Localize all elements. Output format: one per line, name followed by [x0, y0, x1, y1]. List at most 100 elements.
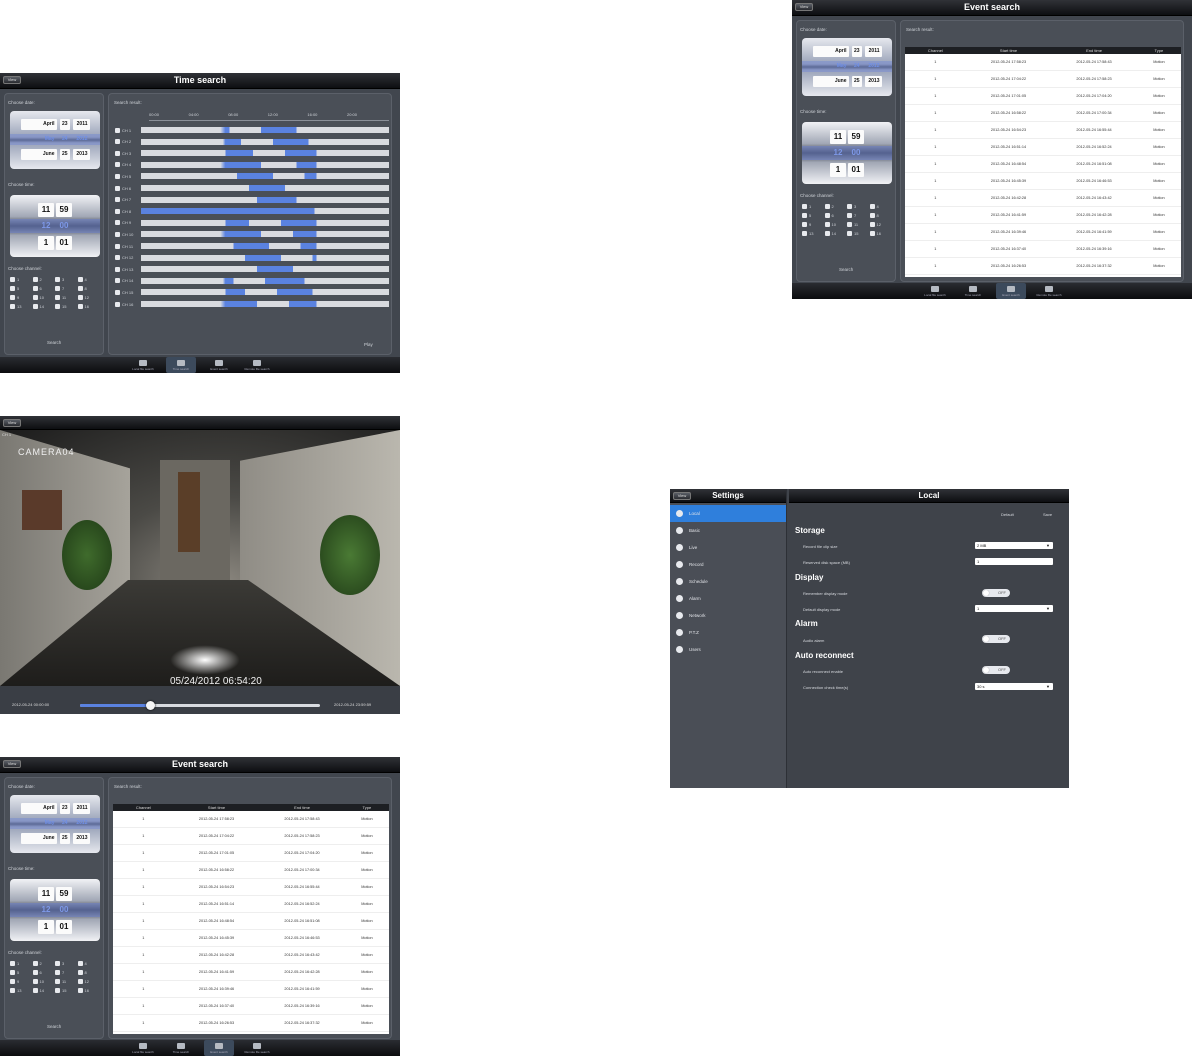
table-row[interactable]: 1 2012-05-24 16:26:53 2012-05-24 16:37:32 M…: [113, 1015, 389, 1032]
recording-bar[interactable]: [141, 266, 389, 273]
channel-track[interactable]: CH 8: [115, 207, 389, 215]
channel-checkbox[interactable]: CH 14: [115, 278, 141, 284]
channel-checkbox[interactable]: 4: [77, 961, 101, 966]
search-button[interactable]: Search: [839, 267, 853, 272]
recording-bar[interactable]: [141, 127, 389, 133]
channel-checkbox[interactable]: 1: [10, 277, 33, 282]
recording-bar[interactable]: [141, 185, 389, 191]
table-row[interactable]: 1 2012-05-24 16:37:40 2012-05-24 16:39:16 M…: [905, 241, 1181, 258]
channel-checkbox[interactable]: CH 13: [115, 266, 141, 272]
recording-bar[interactable]: [141, 138, 389, 145]
sidebar-item-live[interactable]: Live: [670, 539, 786, 556]
tab-3[interactable]: Remote file search: [1034, 283, 1064, 299]
table-row[interactable]: 1 2012-05-24 16:48:54 2012-05-24 16:51:08 M…: [905, 156, 1181, 173]
channel-checkbox[interactable]: CH 1: [115, 127, 141, 133]
search-button[interactable]: Search: [47, 340, 61, 345]
channel-track[interactable]: CH 15: [115, 288, 389, 296]
column-header[interactable]: Type: [345, 805, 389, 810]
channel-checkbox[interactable]: 7: [55, 286, 78, 291]
tab-0[interactable]: Local file search: [128, 357, 158, 373]
sidebar-item-users[interactable]: Users: [670, 641, 786, 658]
channel-checkbox[interactable]: 16: [77, 988, 101, 993]
channel-checkbox[interactable]: 16: [869, 231, 893, 236]
channel-checkbox[interactable]: 15: [55, 304, 78, 309]
channel-track[interactable]: CH 6: [115, 184, 389, 192]
time-picker[interactable]: 11 59 12 00 1 01: [802, 122, 892, 184]
tab-3[interactable]: Remote file search: [242, 357, 272, 373]
channel-checkbox[interactable]: 8: [869, 213, 893, 218]
channel-checkbox[interactable]: 2: [32, 961, 56, 966]
recording-bar[interactable]: [141, 231, 389, 238]
channel-track[interactable]: CH 2: [115, 138, 389, 146]
channel-track[interactable]: CH 9: [115, 219, 389, 227]
channel-checkbox[interactable]: 13: [802, 231, 825, 236]
column-header[interactable]: End time: [1051, 48, 1137, 53]
channel-checkbox[interactable]: 2: [32, 277, 56, 282]
auto-enable-toggle[interactable]: OFF: [982, 666, 1010, 674]
channel-checkbox[interactable]: 9: [802, 222, 825, 227]
channel-checkbox[interactable]: 11: [55, 979, 78, 984]
channel-checkbox[interactable]: 3: [55, 277, 78, 282]
channel-track[interactable]: CH 5: [115, 172, 389, 180]
channel-checkbox[interactable]: 12: [77, 295, 101, 300]
table-row[interactable]: 1 2012-05-24 17:58:23 2012-05-24 17:58:43 M…: [113, 811, 389, 828]
table-row[interactable]: 1 2012-05-24 16:42:28 2012-05-24 16:43:42 M…: [905, 190, 1181, 207]
channel-checkbox[interactable]: 10: [32, 295, 56, 300]
table-row[interactable]: 1 2012-05-24 16:39:46 2012-05-24 16:41:59 M…: [113, 981, 389, 998]
channel-checkbox[interactable]: CH 16: [115, 301, 141, 307]
check-time-select[interactable]: 30 s ▼: [975, 683, 1053, 690]
channel-checkbox[interactable]: CH 15: [115, 289, 141, 295]
sidebar-item-network[interactable]: Network: [670, 607, 786, 624]
table-row[interactable]: 1 2012-05-24 16:37:40 2012-05-24 16:39:16 M…: [113, 998, 389, 1015]
recording-bar[interactable]: [141, 277, 389, 284]
table-row[interactable]: 1 2012-05-24 16:41:59 2012-05-24 16:42:28 M…: [113, 964, 389, 981]
channel-checkbox[interactable]: 14: [824, 231, 848, 236]
table-row[interactable]: 1 2012-05-24 16:58:22 2012-05-24 17:00:34 M…: [113, 862, 389, 879]
column-header[interactable]: Start time: [966, 48, 1052, 53]
recording-bar[interactable]: [141, 243, 389, 249]
channel-checkbox[interactable]: 15: [55, 988, 78, 993]
channel-checkbox[interactable]: 8: [77, 286, 101, 291]
recording-bar[interactable]: [141, 196, 389, 203]
tab-1[interactable]: Time search: [166, 1040, 196, 1056]
channel-checkbox[interactable]: CH 4: [115, 162, 141, 168]
sidebar-item-local[interactable]: Local: [670, 505, 786, 522]
play-button[interactable]: Play: [364, 342, 373, 347]
channel-checkbox[interactable]: 1: [10, 961, 33, 966]
channel-checkbox[interactable]: CH 3: [115, 150, 141, 156]
channel-checkbox[interactable]: 2: [824, 204, 848, 209]
tab-3[interactable]: Remote file search: [242, 1040, 272, 1056]
playback-slider[interactable]: [80, 701, 320, 710]
recording-bar[interactable]: [141, 301, 389, 307]
date-picker[interactable]: April 23 2011 May 24 2012 June 25 2013: [10, 111, 100, 169]
channel-checkbox[interactable]: CH 5: [115, 173, 141, 179]
channel-checkbox[interactable]: 5: [10, 286, 33, 291]
tab-1[interactable]: Time search: [166, 357, 196, 373]
channel-track[interactable]: CH 14: [115, 277, 389, 285]
channel-checkbox[interactable]: CH 10: [115, 231, 141, 237]
table-row[interactable]: 1 2012-05-24 16:45:39 2012-05-24 16:46:53 M…: [905, 173, 1181, 190]
column-header[interactable]: Start time: [174, 805, 260, 810]
channel-checkbox[interactable]: 11: [55, 295, 78, 300]
channel-checkbox[interactable]: 6: [32, 286, 56, 291]
camera-video[interactable]: CAMERA04 05/24/2012 06:54:20: [0, 430, 400, 686]
channel-checkbox[interactable]: CH 8: [115, 208, 141, 214]
tab-0[interactable]: Local file search: [920, 283, 950, 299]
column-header[interactable]: Type: [1137, 48, 1181, 53]
table-row[interactable]: 1 2012-05-24 16:41:59 2012-05-24 16:42:28 M…: [905, 207, 1181, 224]
channel-checkbox[interactable]: CH 11: [115, 243, 141, 249]
tab-2[interactable]: Event search: [204, 1040, 234, 1056]
channel-checkbox[interactable]: 9: [10, 979, 33, 984]
playback-knob[interactable]: [145, 701, 155, 710]
channel-checkbox[interactable]: 15: [847, 231, 870, 236]
channel-checkbox[interactable]: 1: [802, 204, 825, 209]
recording-bar[interactable]: [141, 150, 389, 157]
channel-checkbox[interactable]: 4: [77, 277, 101, 282]
save-button[interactable]: Save: [1043, 512, 1052, 517]
channel-track[interactable]: CH 1: [115, 126, 389, 134]
channel-checkbox[interactable]: 12: [77, 979, 101, 984]
channel-checkbox[interactable]: 7: [55, 970, 78, 975]
table-row[interactable]: 1 2012-05-24 16:39:46 2012-05-24 16:41:59 M…: [905, 224, 1181, 241]
channel-track[interactable]: CH 13: [115, 265, 389, 273]
sidebar-item-schedule[interactable]: Schedule: [670, 573, 786, 590]
